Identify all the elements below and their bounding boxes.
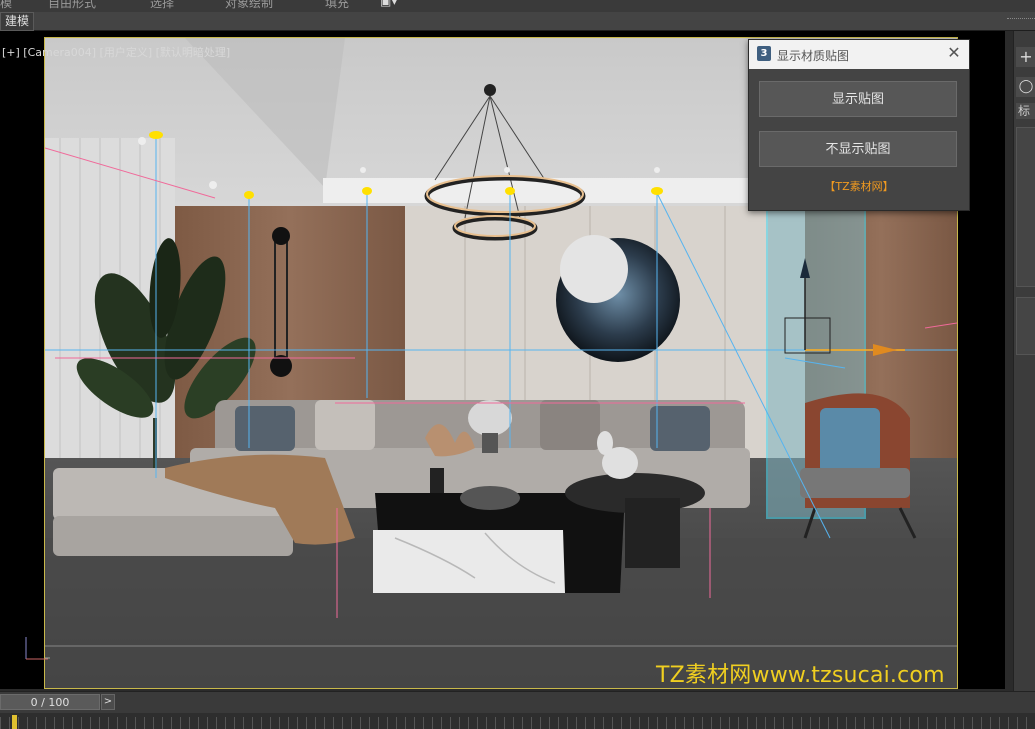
coffee-table-marble (373, 530, 565, 593)
wall-orb-light (560, 235, 628, 303)
ribbon-options-icon[interactable]: ▣▾ (380, 0, 397, 8)
ribbon-modeling-label[interactable]: 建模 (0, 12, 35, 31)
object-type-rollout[interactable] (1016, 127, 1035, 287)
time-cursor[interactable] (12, 715, 17, 729)
world-axis-icon (25, 637, 48, 660)
panel-grip-icon[interactable] (1007, 18, 1035, 21)
viewport-label[interactable]: [+] [Camera004] [用户定义] [默认明暗处理] (2, 44, 230, 60)
ribbon-bar: 建模 (0, 12, 1035, 31)
next-frame-icon[interactable]: > (101, 694, 115, 710)
time-slider[interactable]: 0 / 100 (0, 694, 100, 710)
standard-primitives-tab[interactable]: 标 (1016, 103, 1035, 119)
tab-selection[interactable]: 选择 (150, 0, 174, 11)
time-slider-bar: 0 / 100 > (0, 691, 1035, 714)
tab-populate[interactable]: 填充 (325, 0, 349, 11)
tz-link[interactable]: 【TZ素材网】 (749, 178, 969, 194)
watermark: TZ素材网www.tzsucai.com (656, 663, 945, 688)
track-ticks (0, 717, 1035, 729)
tab-freeform[interactable]: 自由形式 (48, 0, 96, 11)
dialog-title: 显示材质贴图 (777, 49, 850, 63)
command-panel: + ◯ 标 (1013, 31, 1035, 691)
geometry-sphere-icon[interactable]: ◯ (1016, 77, 1035, 97)
close-icon[interactable]: ✕ (946, 45, 962, 61)
material-map-dialog: 3 显示材质贴图 ✕ 显示贴图 不显示贴图 【TZ素材网】 (748, 39, 970, 211)
show-maps-button[interactable]: 显示贴图 (759, 81, 957, 117)
create-plus-icon[interactable]: + (1016, 47, 1035, 67)
hide-maps-button[interactable]: 不显示贴图 (759, 131, 957, 167)
tab-modeling[interactable]: 模 (0, 0, 12, 11)
name-color-rollout[interactable] (1016, 297, 1035, 355)
dialog-titlebar[interactable]: 3 显示材质贴图 ✕ (749, 40, 969, 69)
tab-object-paint[interactable]: 对象绘制 (225, 0, 273, 11)
app-3dsmax-icon: 3 (757, 46, 771, 61)
